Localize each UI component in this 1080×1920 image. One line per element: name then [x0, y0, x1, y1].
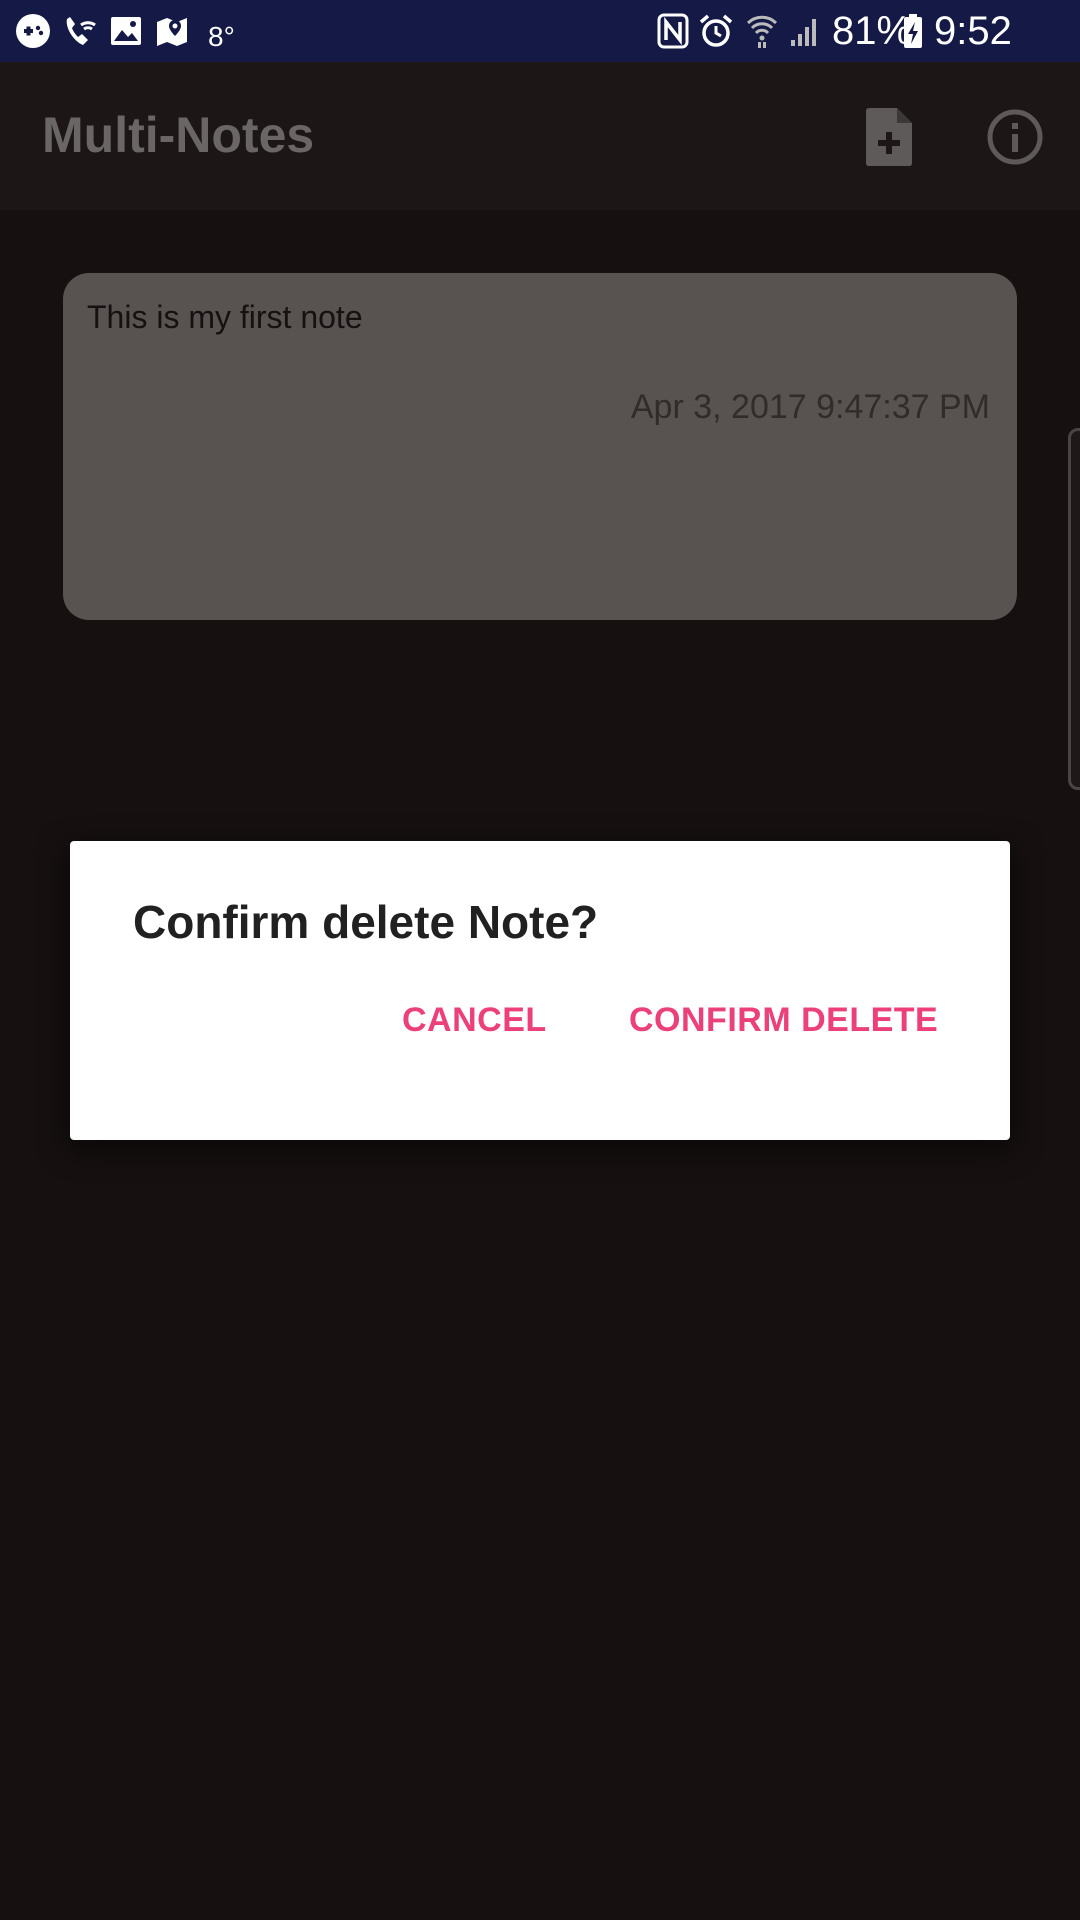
- note-card[interactable]: This is my first note Apr 3, 2017 9:47:3…: [63, 273, 1017, 620]
- game-controller-icon: [14, 12, 52, 50]
- app-bar: Multi-Notes: [0, 62, 1080, 210]
- cancel-button[interactable]: CANCEL: [402, 1001, 547, 1040]
- wifi-icon: [744, 12, 780, 50]
- alarm-icon: [698, 12, 734, 50]
- app-title: Multi-Notes: [42, 107, 315, 163]
- status-bar: 8° 81% 9:52 PM: [0, 0, 1080, 99]
- new-note-icon[interactable]: [854, 102, 924, 172]
- dialog-title: Confirm delete Note?: [133, 896, 599, 948]
- wifi-calling-icon: [60, 12, 100, 50]
- info-icon[interactable]: [980, 102, 1050, 172]
- note-timestamp: Apr 3, 2017 9:47:37 PM: [630, 388, 990, 426]
- gallery-icon: [108, 12, 144, 50]
- signal-icon: [788, 12, 822, 50]
- scroll-handle[interactable]: [1068, 428, 1080, 790]
- maps-icon: [154, 12, 190, 50]
- confirm-delete-button[interactable]: CONFIRM DELETE: [629, 1001, 938, 1040]
- temperature-label: 8°: [208, 21, 235, 52]
- confirm-delete-dialog: Confirm delete Note? CANCEL CONFIRM DELE…: [70, 841, 1010, 1140]
- nfc-icon: [656, 12, 690, 50]
- note-title: This is my first note: [87, 299, 363, 335]
- battery-percentage: 81%: [832, 9, 913, 53]
- battery-charging-icon: [902, 12, 924, 50]
